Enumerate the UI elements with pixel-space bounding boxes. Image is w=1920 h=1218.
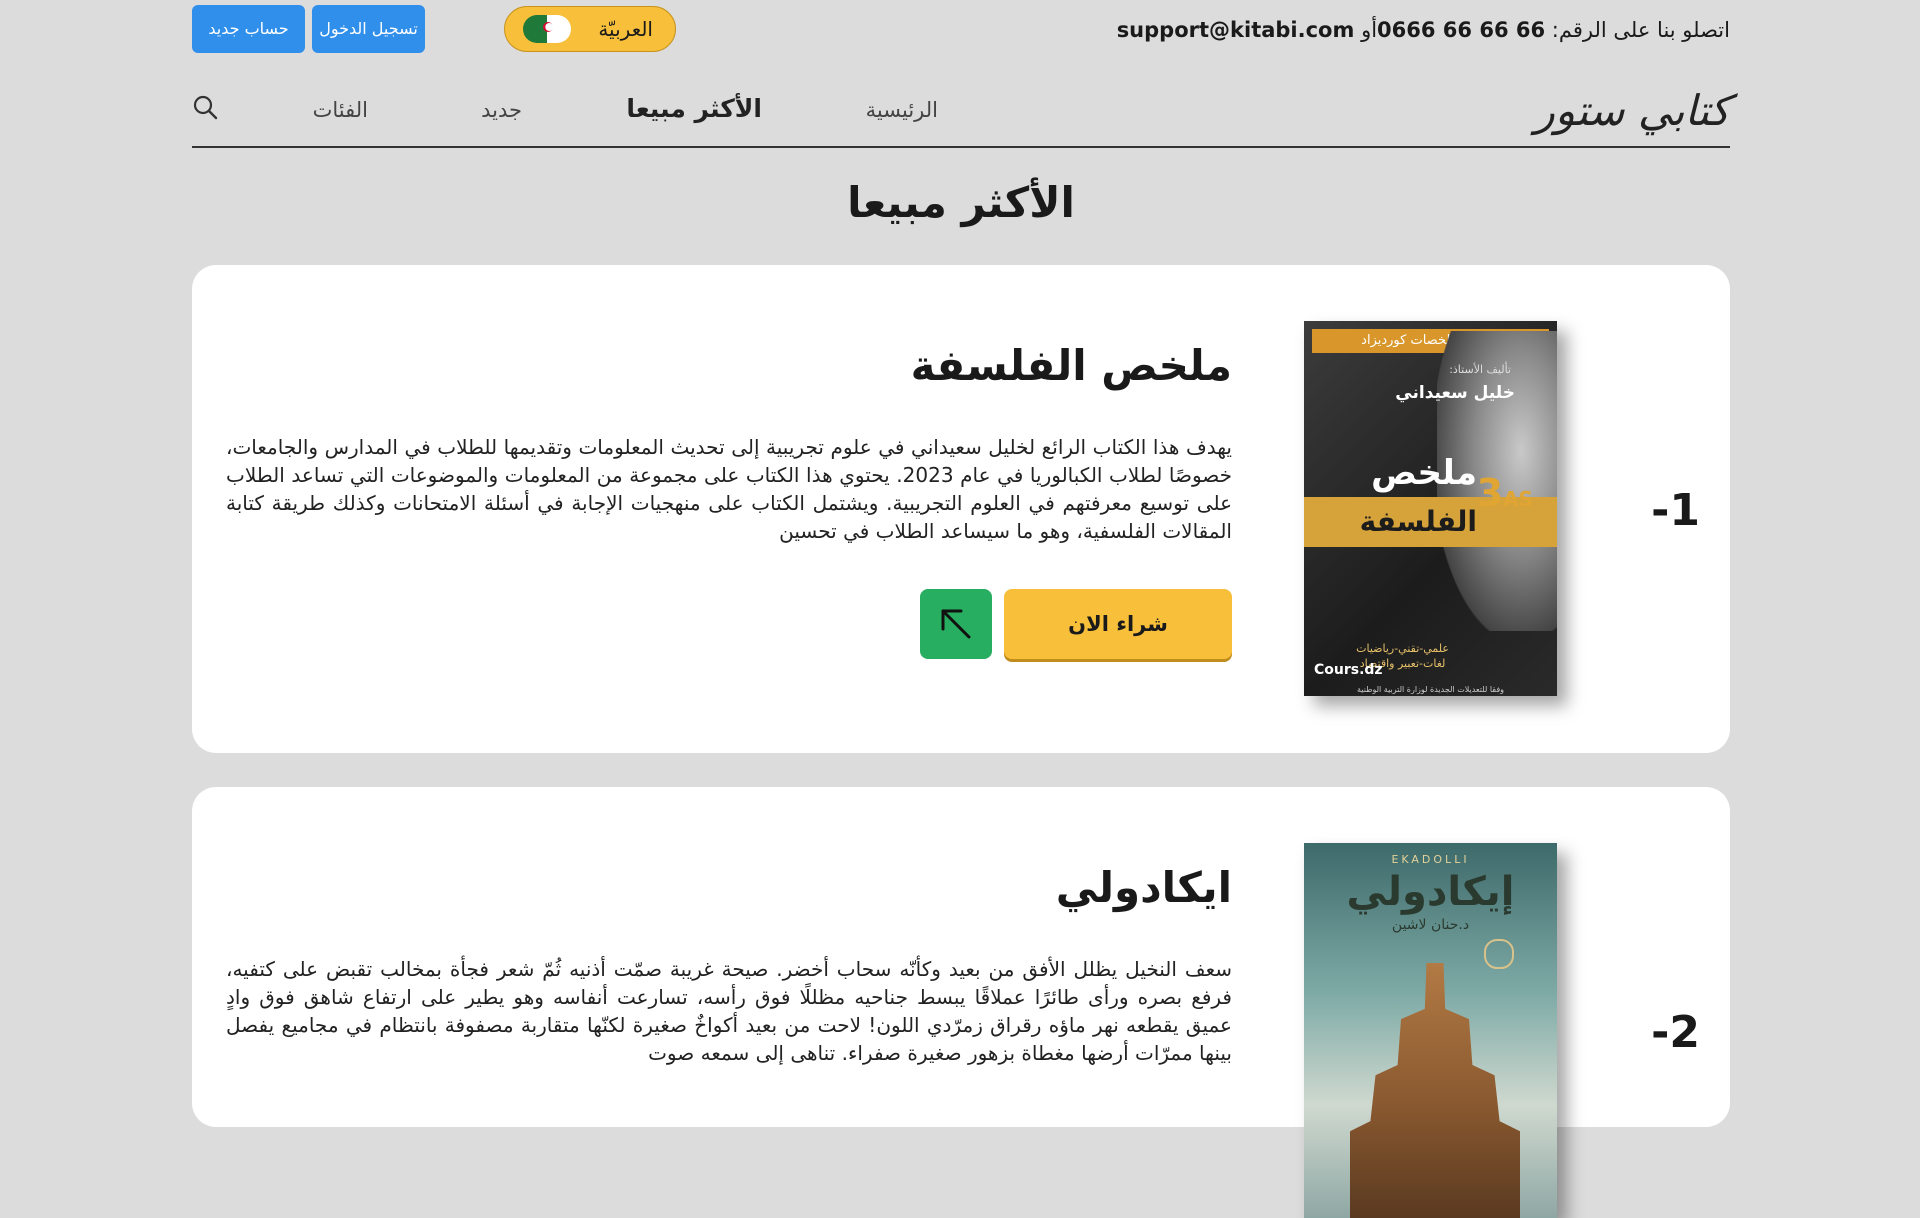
- site-logo[interactable]: كتابي ستور: [1535, 86, 1730, 135]
- cover-title-top: ملخص: [1371, 453, 1477, 493]
- book-rank: -1: [1651, 485, 1700, 536]
- book-description: يهدف هذا الكتاب الرائع لخليل سعيداني في …: [226, 435, 1232, 543]
- contact-email[interactable]: support@kitabi.com: [1117, 18, 1355, 42]
- contact-info: اتصلو بنا على الرقم: 0666 66 66 66أو sup…: [1117, 18, 1730, 42]
- cover-title-bottom: الفلسفة: [1359, 505, 1477, 538]
- publisher-seal-icon: [1484, 939, 1514, 969]
- language-switcher[interactable]: العربيّة: [504, 6, 676, 52]
- cover-author-label: تأليف الأستاذ:: [1449, 363, 1511, 376]
- book-card: -1 سلسلة ملخصات كورديزاد تأليف الأستاذ: …: [192, 265, 1730, 753]
- castle-illustration: [1350, 963, 1520, 1218]
- top-bar: اتصلو بنا على الرقم: 0666 66 66 66أو sup…: [192, 0, 1730, 60]
- book-title[interactable]: ايكادولي: [1056, 863, 1232, 912]
- language-label: العربيّة: [598, 17, 653, 41]
- page-title: الأكثر مبيعا: [847, 178, 1075, 227]
- nav-item-new[interactable]: جديد: [481, 98, 522, 122]
- cover-title: إيكادولي: [1346, 869, 1515, 915]
- main-navigation: كتابي ستور الرئيسية الأكثر مبيعا جديد ال…: [192, 80, 1730, 148]
- nav-item-bestsellers[interactable]: الأكثر مبيعا: [626, 94, 762, 123]
- book-cover[interactable]: EKADOLLI إيكادولي د.حنان لاشين: [1304, 843, 1557, 1218]
- cover-footer: وفقا للتعديلات الجديدة لوزارة التربية ال…: [1356, 685, 1505, 694]
- cover-level-number: 3: [1476, 471, 1504, 515]
- book-title[interactable]: ملخص الفلسفة: [911, 341, 1232, 390]
- book-description: سعف النخيل يظلل الأفق من بعيد وكأنّه سحا…: [226, 957, 1232, 1065]
- register-button[interactable]: حساب جديد: [192, 5, 305, 53]
- cover-level-suffix: AS: [1503, 487, 1533, 511]
- cover-latin-title: EKADOLLI: [1391, 853, 1470, 866]
- buy-now-button[interactable]: شراء الان: [1004, 589, 1232, 659]
- open-book-button[interactable]: [920, 589, 992, 659]
- login-button[interactable]: تسجيل الدخول: [312, 5, 425, 53]
- book-rank: -2: [1651, 1007, 1700, 1058]
- contact-phone[interactable]: 0666 66 66 66: [1377, 18, 1545, 42]
- cover-level: 3AS: [1477, 471, 1533, 515]
- nav-item-home[interactable]: الرئيسية: [866, 98, 938, 122]
- cover-author: د.حنان لاشين: [1391, 917, 1470, 933]
- book-cover[interactable]: سلسلة ملخصات كورديزاد تأليف الأستاذ: خلي…: [1304, 321, 1557, 696]
- cover-author: خليل سعيداني: [1395, 383, 1515, 403]
- arrow-up-left-icon: [941, 609, 971, 639]
- nav-item-categories[interactable]: الفئات: [313, 98, 368, 122]
- search-icon[interactable]: [192, 94, 220, 122]
- book-card: -2 EKADOLLI إيكادولي د.حنان لاشين ايكادو…: [192, 787, 1730, 1218]
- algeria-flag-icon: [523, 15, 571, 43]
- contact-prefix: اتصلو بنا على الرقم:: [1551, 18, 1730, 42]
- contact-or: أو: [1361, 18, 1378, 42]
- cover-brand: Cours.dz: [1314, 662, 1383, 678]
